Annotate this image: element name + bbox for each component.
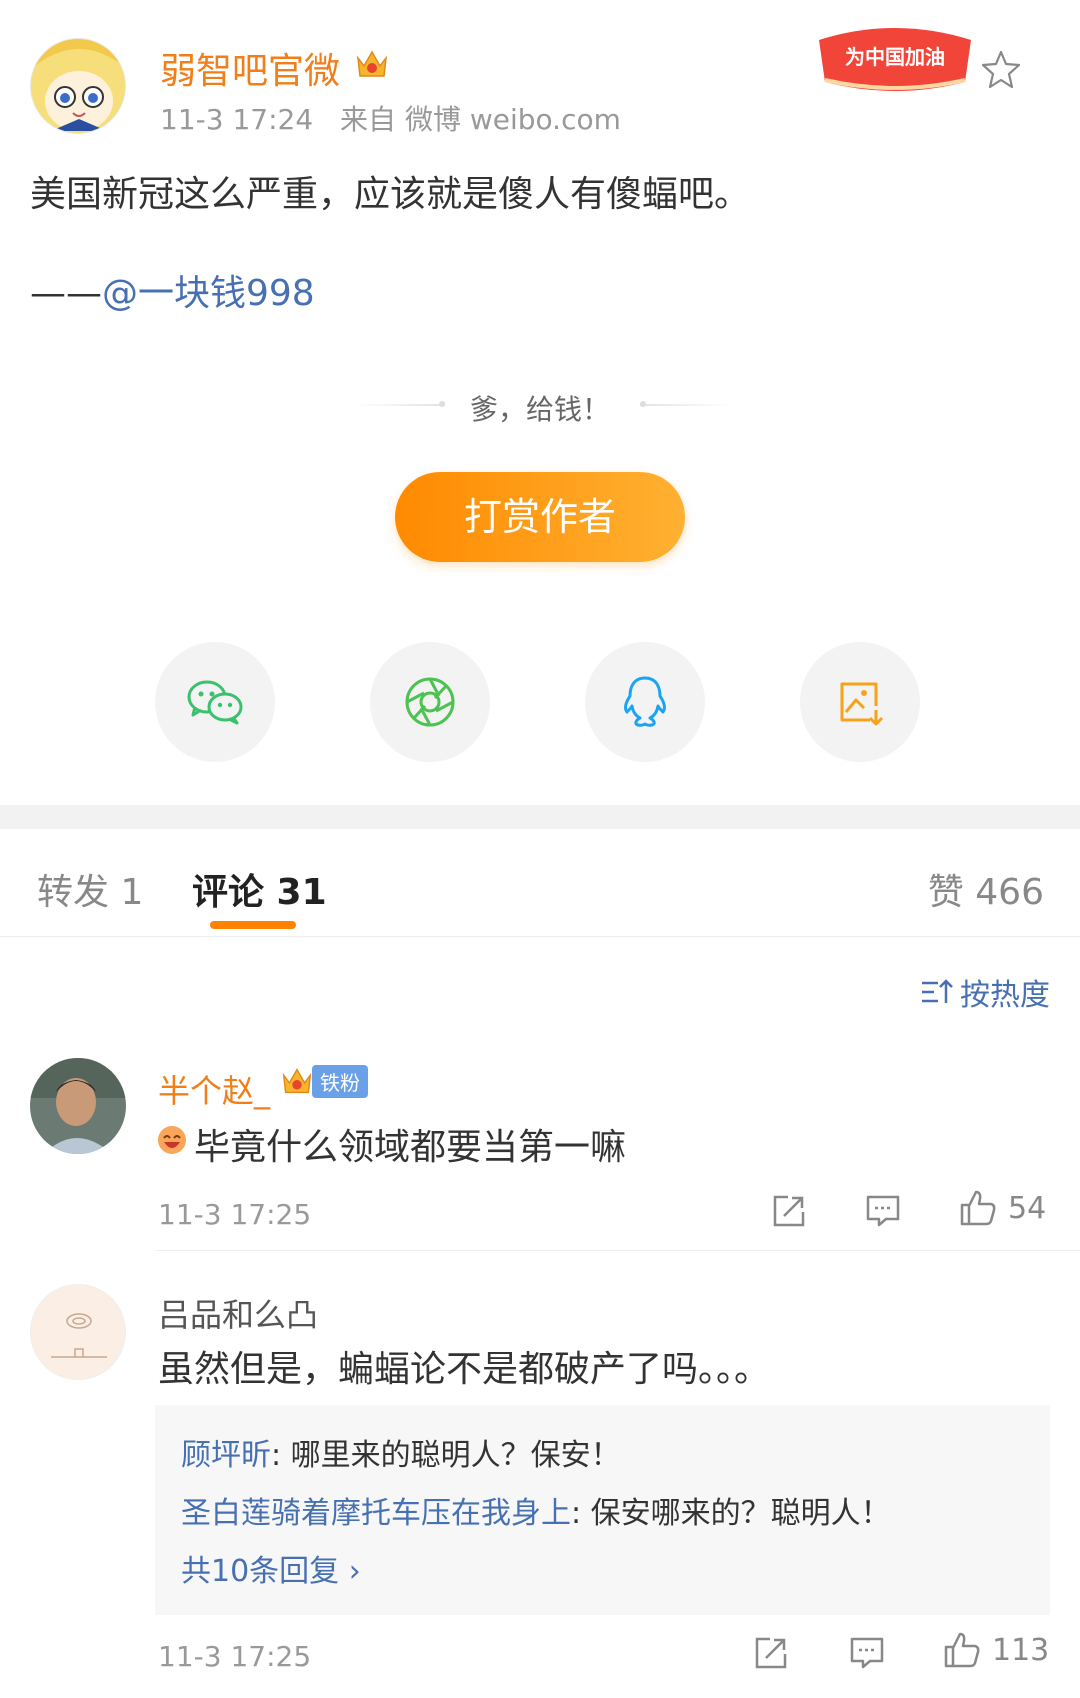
reply-username[interactable]: 顾坪昕 [181, 1438, 271, 1473]
more-replies-label: 共10条回复 [181, 1554, 349, 1589]
tab-comment[interactable]: 评论 31 [192, 863, 327, 915]
author-avatar[interactable] [30, 38, 126, 134]
reply-item: 顾坪昕: 哪里来的聪明人？保安！ [181, 1427, 1024, 1485]
repost-button[interactable] [770, 1192, 808, 1230]
credit-mention[interactable]: @一块钱998 [102, 273, 315, 314]
fan-badge: 铁粉 [278, 1062, 368, 1100]
fan-badge-label: 铁粉 [312, 1064, 368, 1098]
comment-time: 11-3 17:25 [158, 1198, 312, 1231]
star-icon[interactable] [980, 48, 1022, 90]
more-replies-link[interactable]: 共10条回复 › [181, 1543, 1024, 1601]
like-count: 54 [1008, 1190, 1047, 1226]
like-count: 113 [992, 1632, 1050, 1668]
thumbs-up-icon [960, 1190, 996, 1226]
comment-time: 11-3 17:25 [158, 1640, 312, 1673]
comment-avatar[interactable] [30, 1284, 126, 1380]
repost-button[interactable] [752, 1634, 790, 1672]
post-time: 11-3 17:24 [160, 103, 314, 136]
author-name[interactable]: 弱智吧官微 [160, 42, 340, 94]
crown-icon [282, 1068, 312, 1094]
share-qq-button[interactable] [585, 642, 705, 762]
promo-text: 为中国加油 [845, 45, 945, 69]
save-image-button[interactable] [800, 642, 920, 762]
comment-icon [866, 1195, 900, 1227]
sort-toggle[interactable]: 按热度 [920, 970, 1050, 1014]
section-divider [0, 805, 1080, 829]
thumbs-up-icon [944, 1632, 980, 1668]
reply-item: 圣白莲骑着摩托车压在我身上: 保安哪来的？聪明人！ [181, 1485, 1024, 1543]
reply-button[interactable] [848, 1634, 886, 1672]
tab-repost[interactable]: 转发 1 [37, 863, 143, 915]
share-row [155, 642, 925, 762]
comment-avatar[interactable] [30, 1058, 126, 1154]
promo-badge[interactable]: 为中国加油 [815, 20, 975, 100]
reply-text: : 哪里来的聪明人？保安！ [271, 1438, 621, 1473]
moments-icon [405, 677, 455, 727]
post-meta: 11-3 17:24 来自 微博 weibo.com [160, 98, 639, 138]
save-image-icon [840, 682, 884, 726]
post-credit: ——@一块钱998 [30, 264, 315, 316]
comment-username[interactable]: 吕品和么凸 [158, 1290, 318, 1336]
post-text: 美国新冠这么严重，应该就是傻人有傻蝠吧。 [30, 174, 751, 215]
crown-icon [356, 50, 388, 77]
post-header: 弱智吧官微 11-3 17:24 来自 微博 weibo.com 为中国加油 [30, 28, 1050, 138]
comment-text: 虽然但是，蝙蝠论不是都破产了吗。。。 [158, 1349, 771, 1390]
reply-username[interactable]: 圣白莲骑着摩托车压在我身上 [181, 1496, 571, 1531]
reply-text: : 保安哪来的？聪明人！ [571, 1496, 891, 1531]
sort-label: 按热度 [960, 978, 1050, 1013]
wechat-icon [187, 680, 243, 725]
comment-username[interactable]: 半个赵_ [158, 1066, 270, 1112]
qq-icon [624, 676, 666, 727]
share-moments-button[interactable] [370, 642, 490, 762]
chevron-right-icon: › [348, 1554, 361, 1589]
reward-button[interactable]: 打赏作者 [395, 472, 685, 562]
tab-likes[interactable]: 赞 466 [928, 863, 1044, 915]
like-button[interactable]: 113 [942, 1630, 1049, 1670]
divider-right [640, 401, 730, 407]
comment-divider [155, 1250, 1080, 1251]
reply-preview-box[interactable]: 顾坪昕: 哪里来的聪明人？保安！ 圣白莲骑着摩托车压在我身上: 保安哪来的？聪明… [155, 1405, 1050, 1615]
reward-caption: 爹，给钱！ [469, 393, 610, 426]
tab-bar: 转发 1 评论 31 赞 466 [0, 829, 1080, 937]
laugh-emoji-icon [156, 1124, 188, 1160]
share-wechat-button[interactable] [155, 642, 275, 762]
reply-button[interactable] [864, 1192, 902, 1230]
repost-icon [755, 1637, 787, 1669]
tab-active-indicator [210, 921, 296, 929]
post-source: 来自 微博 weibo.com [340, 103, 621, 136]
like-button[interactable]: 54 [958, 1188, 1046, 1228]
credit-prefix: —— [30, 273, 102, 314]
comment-text: 毕竟什么领域都要当第一嘛 [194, 1127, 627, 1168]
comment-icon [850, 1637, 884, 1669]
sort-icon [922, 979, 953, 1003]
repost-icon [773, 1195, 805, 1227]
